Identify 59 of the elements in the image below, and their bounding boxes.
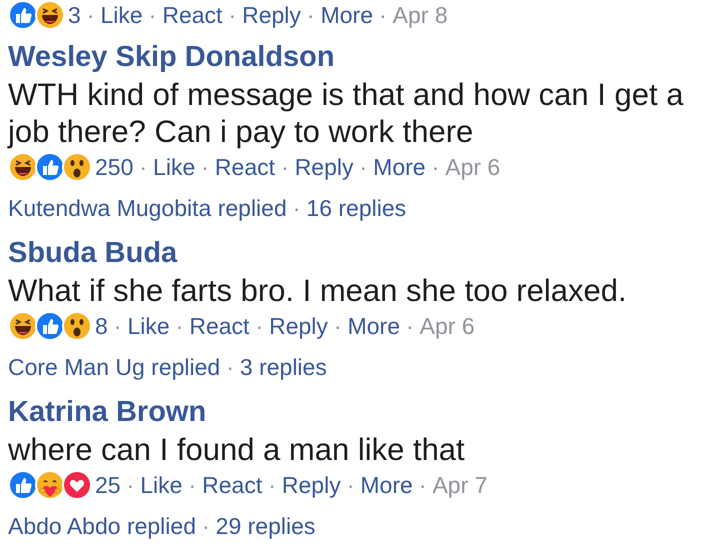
- separator-dot: ·: [406, 312, 414, 340]
- separator-dot: ·: [86, 2, 94, 28]
- comment-date: Apr 6: [445, 154, 500, 180]
- separator-dot: ·: [268, 472, 276, 498]
- separator-dot: ·: [334, 312, 342, 340]
- comment-action-link[interactable]: Reply: [282, 472, 341, 498]
- comment-author[interactable]: Wesley Skip Donaldson: [8, 38, 712, 76]
- comment-action-link[interactable]: Like: [140, 472, 182, 498]
- comment-date: Apr 6: [420, 312, 475, 340]
- comment-author[interactable]: Katrina Brown: [8, 393, 712, 431]
- comment-date: Apr 8: [392, 2, 448, 28]
- comment-text: WTH kind of message is that and how can I get a job there? Can i pay to work there: [8, 76, 684, 150]
- separator-dot: ·: [292, 195, 300, 221]
- separator-dot: ·: [202, 513, 210, 539]
- separator-dot: ·: [346, 472, 354, 498]
- reaction-count[interactable]: 25: [95, 472, 121, 498]
- comment-action-link[interactable]: React: [189, 312, 250, 340]
- separator-dot: ·: [148, 2, 156, 28]
- comment-action-link[interactable]: Like: [127, 312, 170, 340]
- replies-count-link[interactable]: 3 replies: [240, 354, 327, 380]
- replies-count-link[interactable]: 29 replies: [216, 513, 316, 539]
- reaction-count[interactable]: 3: [68, 2, 81, 28]
- separator-dot: ·: [432, 154, 440, 180]
- comment-action-link[interactable]: More: [360, 472, 413, 498]
- comment-action-link[interactable]: More: [320, 2, 373, 28]
- replies-count-link[interactable]: 16 replies: [306, 195, 406, 221]
- comment-action-link[interactable]: Reply: [294, 154, 354, 180]
- comment-action-link[interactable]: Like: [100, 2, 143, 28]
- separator-dot: ·: [126, 472, 134, 498]
- separator-dot: ·: [114, 312, 122, 340]
- comment-action-link[interactable]: Like: [153, 154, 196, 180]
- replied-by-link[interactable]: Core Man Ug replied: [8, 354, 220, 380]
- replied-by-link[interactable]: Abdo Abdo replied: [8, 513, 196, 539]
- separator-dot: ·: [201, 154, 209, 180]
- separator-dot: ·: [226, 354, 234, 380]
- comment-action-link[interactable]: React: [202, 472, 262, 498]
- comment-text: What if she farts bro. I mean she too relaxed.: [8, 272, 628, 309]
- separator-dot: ·: [306, 2, 315, 28]
- replied-by-link[interactable]: Kutendwa Mugobita replied: [8, 195, 287, 221]
- separator-dot: ·: [360, 154, 368, 180]
- separator-dot: ·: [176, 312, 184, 340]
- comment-action-link[interactable]: More: [348, 312, 400, 340]
- separator-dot: ·: [255, 312, 264, 340]
- separator-dot: ·: [188, 472, 196, 498]
- separator-dot: ·: [379, 2, 387, 28]
- separator-dot: ·: [228, 2, 236, 28]
- reaction-count[interactable]: 250: [95, 154, 134, 180]
- comment-author[interactable]: Sbuda Buda: [8, 234, 712, 272]
- comment-text: where can I found a man like that: [8, 431, 466, 468]
- comment-action-link[interactable]: Reply: [242, 2, 301, 28]
- comment-action-link[interactable]: More: [373, 154, 426, 180]
- separator-dot: ·: [281, 154, 289, 180]
- comment-action-link[interactable]: React: [214, 154, 276, 180]
- comment-date: Apr 7: [432, 472, 488, 498]
- comment-action-link[interactable]: React: [162, 2, 222, 28]
- reaction-count[interactable]: 8: [95, 312, 108, 340]
- comment-action-link[interactable]: Reply: [269, 312, 328, 340]
- separator-dot: ·: [139, 154, 148, 180]
- separator-dot: ·: [418, 472, 426, 498]
